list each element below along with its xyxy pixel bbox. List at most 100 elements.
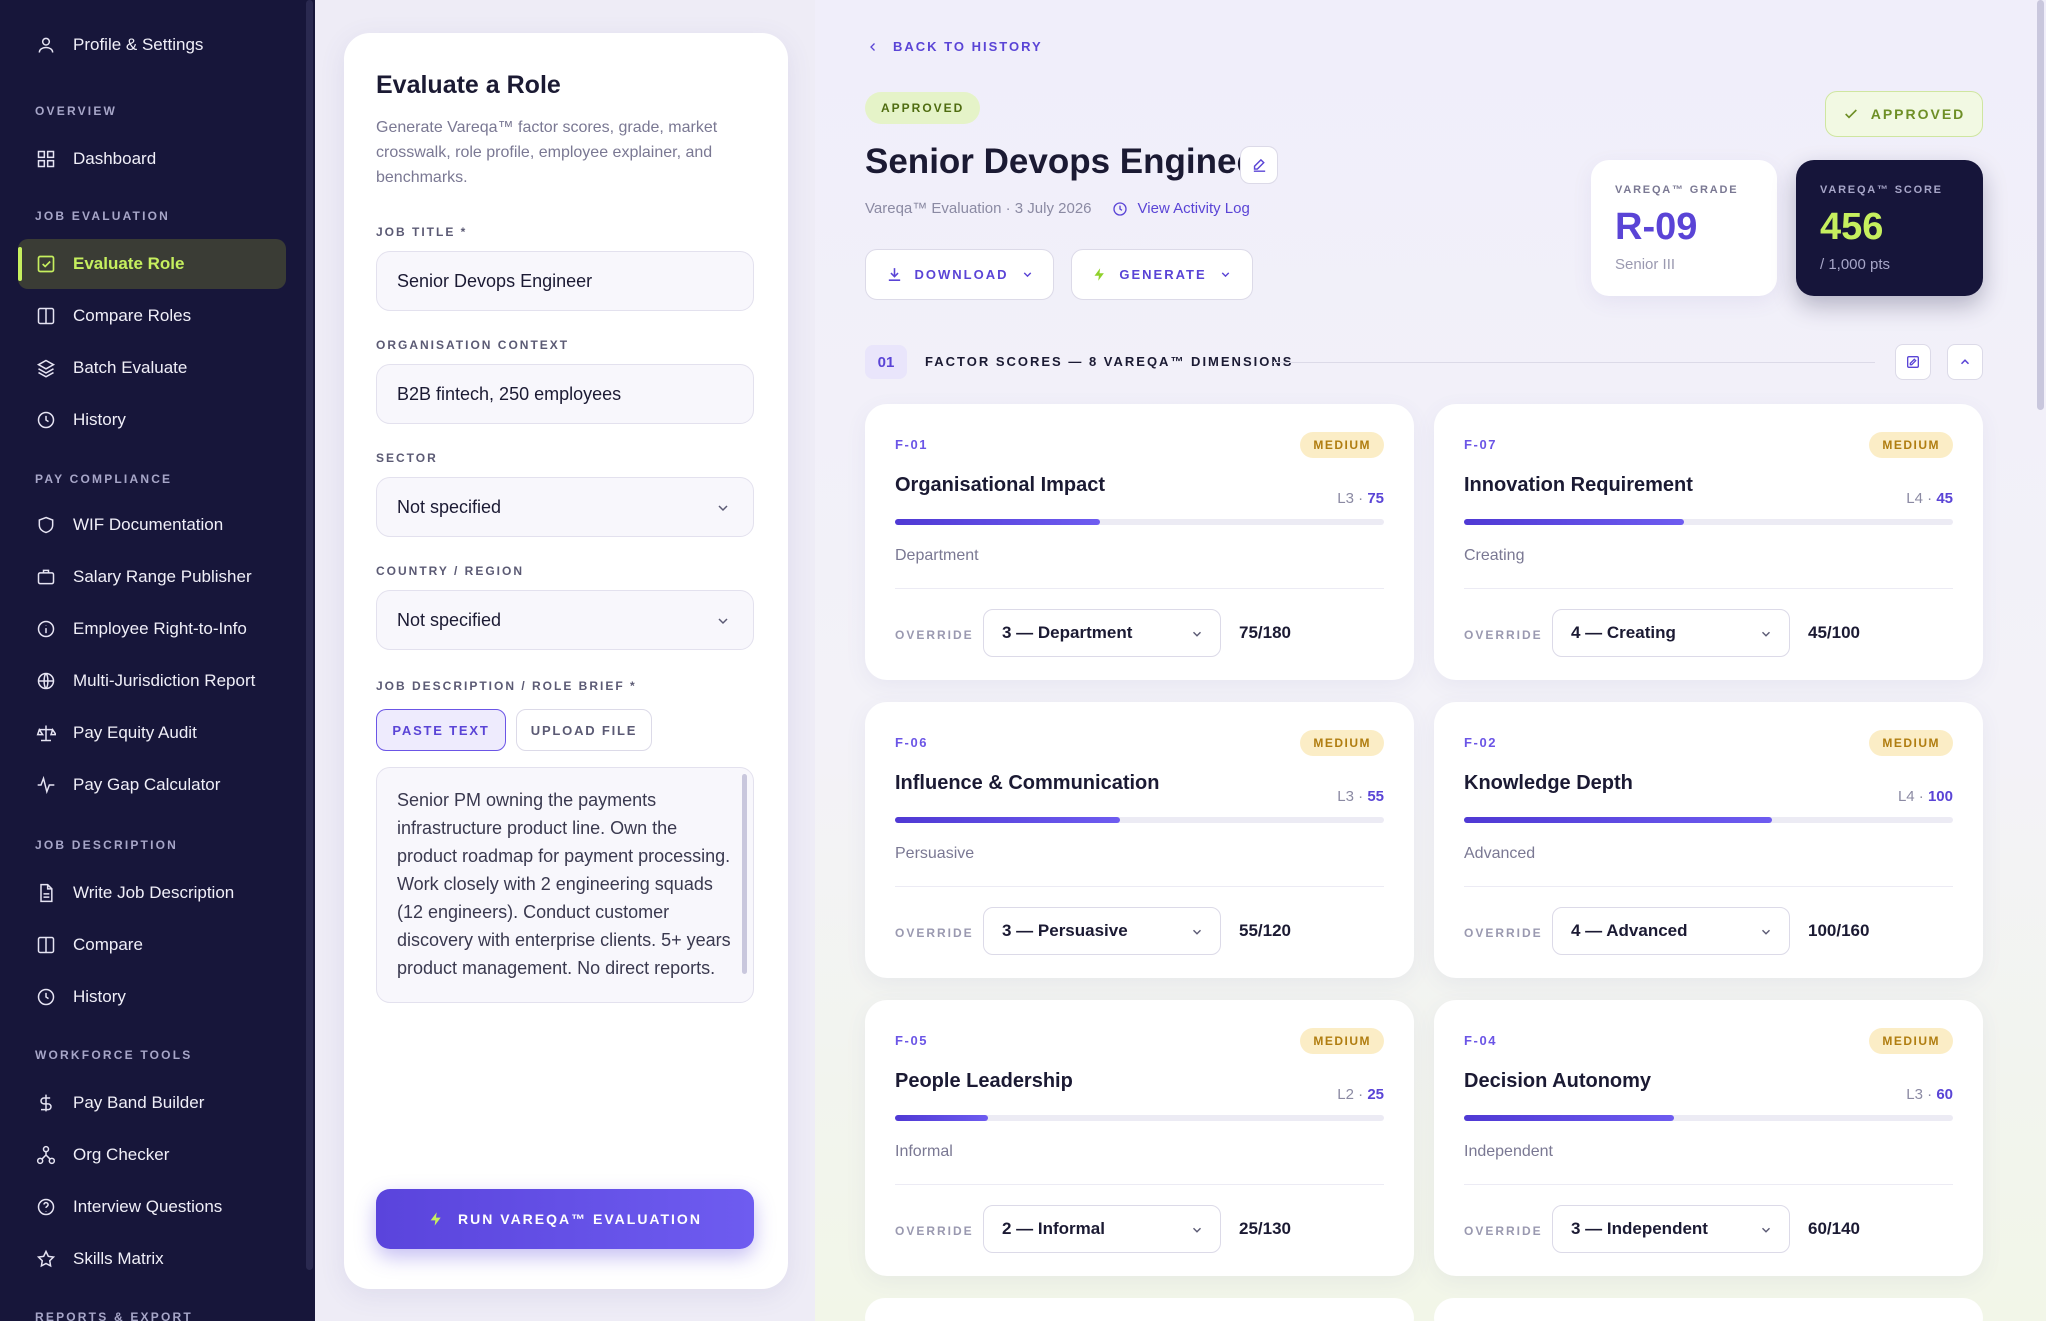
columns-icon: [35, 934, 57, 956]
download-button[interactable]: DOWNLOAD: [865, 249, 1054, 300]
sector-label: SECTOR: [376, 451, 438, 465]
generate-button[interactable]: GENERATE: [1071, 249, 1253, 300]
download-label: DOWNLOAD: [914, 267, 1009, 282]
sidebar-item-compare[interactable]: Compare: [18, 920, 286, 970]
org-context-input[interactable]: B2B fintech, 250 employees: [376, 364, 754, 424]
sidebar-item-interview-questions[interactable]: Interview Questions: [18, 1182, 286, 1232]
evaluation-result-panel: BACK TO HISTORY APPROVED APPROVED Senior…: [815, 0, 2046, 1321]
override-value: 4 — Creating: [1571, 623, 1676, 642]
tab-upload-file[interactable]: UPLOAD FILE: [516, 709, 652, 751]
layers-icon: [35, 357, 57, 379]
edit-factors-button[interactable]: [1895, 344, 1931, 380]
sidebar-item-jd-history[interactable]: History: [18, 972, 286, 1022]
main-scrollbar[interactable]: [2037, 0, 2044, 410]
factor-card: F-06 MEDIUM Influence & Communication L3…: [865, 702, 1414, 978]
run-evaluation-button[interactable]: RUN VAREQA™ EVALUATION: [376, 1189, 754, 1249]
sidebar: Profile & Settings OVERVIEW Dashboard JO…: [0, 0, 315, 1321]
sidebar-item-salary-range-publisher[interactable]: Salary Range Publisher: [18, 552, 286, 602]
sidebar-item-pay-equity-audit[interactable]: Pay Equity Audit: [18, 708, 286, 758]
edit-title-button[interactable]: [1240, 146, 1278, 184]
override-select[interactable]: 3 — Independent: [1552, 1205, 1790, 1253]
sidebar-item-org-checker[interactable]: Org Checker: [18, 1130, 286, 1180]
form-description: Generate Vareqa™ factor scores, grade, m…: [376, 119, 718, 186]
tab-paste-text[interactable]: PASTE TEXT: [376, 709, 506, 751]
factor-bar-fill: [895, 519, 1101, 525]
grade-label: VAREQA™ GRADE: [1615, 184, 1739, 196]
evaluation-meta: Vareqa™ Evaluation · 3 July 2026 View Ac…: [865, 200, 1250, 217]
evaluate-form-panel: Evaluate a Role Generate Vareqa™ factor …: [344, 33, 788, 1289]
override-select[interactable]: 4 — Creating: [1552, 609, 1790, 657]
sidebar-scrollbar[interactable]: [306, 0, 313, 1270]
sidebar-item-skills-matrix[interactable]: Skills Matrix: [18, 1234, 286, 1284]
sidebar-item-label: Batch Evaluate: [73, 358, 188, 377]
country-select[interactable]: Not specified: [376, 590, 754, 650]
sidebar-item-wif-documentation[interactable]: WIF Documentation: [18, 500, 286, 550]
org-chart-icon: [35, 1144, 57, 1166]
lightning-icon: [1092, 266, 1107, 283]
sidebar-item-pay-gap-calculator[interactable]: Pay Gap Calculator: [18, 760, 286, 810]
role-brief-textarea[interactable]: Senior PM owning the payments infrastruc…: [376, 767, 754, 1003]
override-select[interactable]: 2 — Informal: [983, 1205, 1221, 1253]
sidebar-item-dashboard[interactable]: Dashboard: [18, 134, 286, 184]
edit-icon: [1251, 157, 1268, 174]
override-select[interactable]: 3 — Persuasive: [983, 907, 1221, 955]
override-label: OVERRIDE: [895, 628, 974, 642]
factor-level-points: 45: [1936, 490, 1953, 507]
sidebar-item-label: Profile & Settings: [73, 35, 204, 54]
grade-sub: Senior III: [1615, 256, 1676, 273]
brief-scrollbar[interactable]: [742, 774, 747, 974]
factor-divider: [1464, 886, 1953, 887]
globe-icon: [35, 670, 57, 692]
grade-card: VAREQA™ GRADE R-09 Senior III: [1591, 160, 1777, 296]
sidebar-item-history[interactable]: History: [18, 395, 286, 445]
form-title: Evaluate a Role: [376, 71, 561, 99]
job-title-label: JOB TITLE *: [376, 225, 468, 239]
factor-badge: MEDIUM: [1300, 432, 1384, 458]
job-title-input[interactable]: Senior Devops Engineer: [376, 251, 754, 311]
evaluation-date: Vareqa™ Evaluation · 3 July 2026: [865, 200, 1092, 217]
factor-divider: [1464, 1184, 1953, 1185]
override-select[interactable]: 4 — Advanced: [1552, 907, 1790, 955]
override-label: OVERRIDE: [895, 926, 974, 940]
briefcase-icon: [35, 566, 57, 588]
factor-code: F-04: [1464, 1033, 1498, 1048]
sidebar-section-job-evaluation: JOB EVALUATION: [35, 209, 171, 223]
factor-bar: [1464, 817, 1953, 823]
factor-bar-fill: [1464, 817, 1773, 823]
sidebar-item-evaluate-role[interactable]: Evaluate Role: [18, 239, 286, 289]
factor-description: Informal: [895, 1143, 953, 1160]
sidebar-item-label: WIF Documentation: [73, 515, 224, 534]
sidebar-item-multi-jurisdiction-report[interactable]: Multi-Jurisdiction Report: [18, 656, 286, 706]
sector-select[interactable]: Not specified: [376, 477, 754, 537]
approved-button[interactable]: APPROVED: [1825, 91, 1983, 137]
sidebar-item-label: Dashboard: [73, 149, 157, 168]
factor-description: Independent: [1464, 1143, 1553, 1160]
country-label: COUNTRY / REGION: [376, 564, 525, 578]
sidebar-item-batch-evaluate[interactable]: Batch Evaluate: [18, 343, 286, 393]
override-value: 3 — Independent: [1571, 1219, 1708, 1238]
factor-card: F-01 MEDIUM Organisational Impact L3 · 7…: [865, 404, 1414, 680]
download-icon: [886, 266, 903, 283]
sidebar-item-compare-roles[interactable]: Compare Roles: [18, 291, 286, 341]
edit-icon: [1905, 354, 1921, 370]
star-icon: [35, 1248, 57, 1270]
collapse-section-button[interactable]: [1947, 344, 1983, 380]
section-title: FACTOR SCORES — 8 VAREQA™ DIMENSIONS: [925, 354, 1294, 369]
override-select[interactable]: 3 — Department: [983, 609, 1221, 657]
sidebar-item-employee-right-to-info[interactable]: Employee Right-to-Info: [18, 604, 286, 654]
sidebar-item-label: History: [73, 410, 126, 429]
factor-bar: [895, 519, 1384, 525]
back-to-history-link[interactable]: BACK TO HISTORY: [867, 39, 1043, 54]
factor-name: Organisational Impact: [895, 474, 1106, 496]
sidebar-item-profile-settings[interactable]: Profile & Settings: [18, 20, 286, 70]
factor-level-points: 100: [1927, 788, 1953, 805]
factor-bar-fill: [1464, 519, 1685, 525]
sidebar-item-write-job-description[interactable]: Write Job Description: [18, 868, 286, 918]
clock-icon: [35, 409, 57, 431]
sidebar-item-pay-band-builder[interactable]: Pay Band Builder: [18, 1078, 286, 1128]
factor-card: F-02 MEDIUM Knowledge Depth L4 · 100 Adv…: [1434, 702, 1983, 978]
view-activity-log-link[interactable]: View Activity Log: [1112, 200, 1250, 217]
factor-score: 55/120: [1239, 921, 1291, 940]
factor-level-code: L3: [1337, 490, 1354, 507]
check-square-icon: [35, 253, 57, 275]
